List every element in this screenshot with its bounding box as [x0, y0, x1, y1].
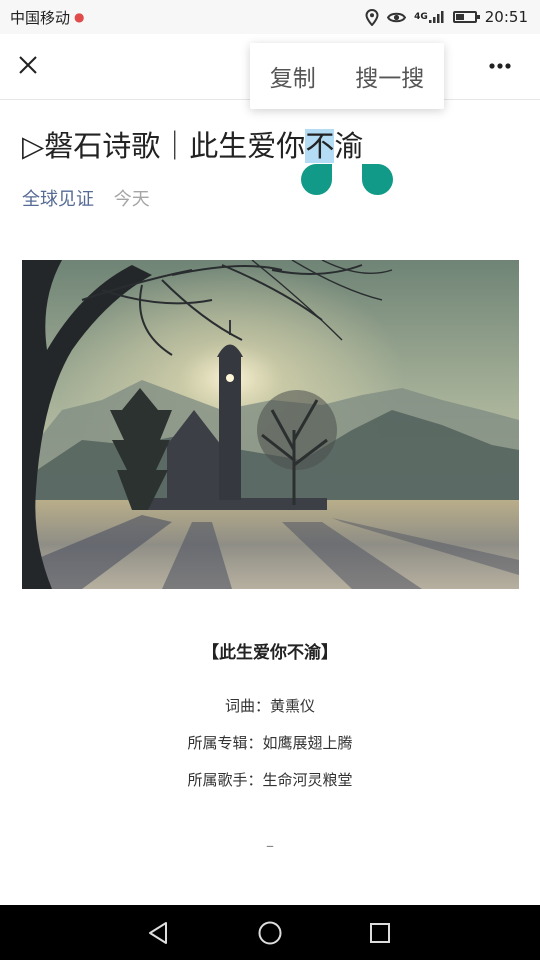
more-button[interactable] — [486, 54, 520, 78]
status-bar: 中国移动 ● 4G 20:51 — [0, 0, 540, 34]
recents-button[interactable] — [365, 918, 395, 948]
title-text-suffix: 渝 — [334, 129, 364, 163]
lyricist-line: 词曲：黄熏仪 — [224, 697, 315, 715]
publish-date: 今天 — [113, 189, 150, 210]
back-button[interactable] — [144, 918, 174, 948]
status-right: 4G 20:51 — [365, 8, 528, 26]
home-icon — [258, 921, 282, 945]
album-line: 所属专辑：如鹰展翅上腾 — [187, 734, 353, 752]
poem-title: 【此生爱你不渝】 — [202, 643, 338, 663]
battery-fill — [455, 14, 464, 20]
signal-icon: 4G — [414, 10, 445, 24]
search-button[interactable]: 搜一搜 — [351, 53, 428, 99]
article-title[interactable]: ▷磐石诗歌｜此生爱你不渝 — [22, 124, 522, 168]
close-button[interactable] — [12, 49, 44, 81]
clock: 20:51 — [484, 8, 528, 26]
copy-button[interactable]: 复制 — [266, 53, 320, 99]
battery-icon — [452, 11, 480, 23]
selection-handle-start[interactable] — [301, 164, 332, 195]
selected-text[interactable]: 不 — [305, 129, 335, 163]
section-divider: – — [266, 836, 274, 855]
selection-context-menu: 复制 搜一搜 — [250, 43, 444, 109]
location-dot-icon: ● — [74, 10, 85, 24]
status-left: 中国移动 ● — [10, 7, 85, 28]
eye-icon — [387, 11, 407, 24]
article-meta: 全球见证 今天 — [22, 186, 150, 214]
close-icon — [19, 56, 37, 74]
home-button[interactable] — [255, 918, 285, 948]
cover-image[interactable] — [22, 260, 519, 589]
title-text-prefix: ▷磐石诗歌｜此生爱你 — [22, 129, 306, 163]
more-icon — [489, 63, 511, 69]
navigation-bar — [0, 905, 540, 960]
network-label: 4G — [414, 11, 428, 22]
location-pin-icon — [365, 8, 379, 26]
back-icon — [149, 922, 167, 944]
carrier-label: 中国移动 — [10, 8, 71, 27]
singer-line: 所属歌手：生命河灵粮堂 — [187, 771, 353, 789]
recents-icon — [370, 923, 390, 943]
selection-handle-end[interactable] — [362, 164, 393, 195]
account-name-link[interactable]: 全球见证 — [22, 189, 94, 210]
